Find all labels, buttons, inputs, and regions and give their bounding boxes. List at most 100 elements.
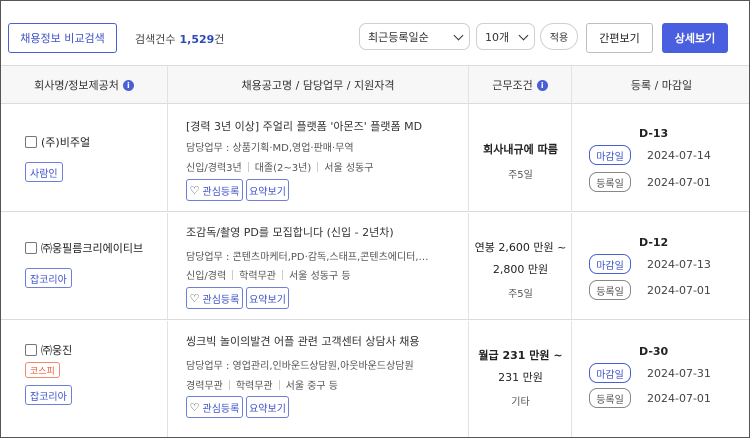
conditions-cell: 회사내규에 따름 주5일 — [468, 104, 571, 211]
header-conditions-label: 근무조건 — [492, 79, 533, 92]
result-count-value: 1,529 — [179, 33, 215, 46]
results-toolbar: 채용정보 비교검색 검색건수 1,529건 최근등록일순 10개 적용 간편보기 … — [1, 1, 749, 65]
salary-max: 2,800 만원 — [492, 263, 549, 276]
deadline-date: 2024-07-31 — [647, 367, 711, 380]
company-name-text: ㈜웅진 — [41, 344, 73, 357]
conditions-cell: 연봉 2,600 만원 ~ 2,800 만원 주5일 — [468, 213, 571, 319]
table-row: ㈜웅필름크리에이티브 잡코리아 조감독/촬영 PD를 모집합니다 (신입 - 2… — [1, 213, 749, 320]
favorite-button[interactable]: ♡ 관심등록 — [186, 396, 243, 418]
posting-cell: [경력 3년 이상] 주얼리 플랫폼 '아몬즈' 플랫폼 MD 담당업무 : 상… — [167, 104, 468, 211]
company-name[interactable]: ㈜웅진 — [25, 342, 72, 358]
qualification-education: 학력무관 — [235, 381, 273, 392]
divider — [228, 379, 230, 390]
info-icon[interactable]: i — [122, 79, 134, 91]
registered-tag: 등록일 — [589, 172, 631, 192]
info-icon[interactable]: i — [536, 79, 548, 91]
company-name[interactable]: ㈜웅필름크리에이티브 — [25, 240, 143, 256]
d-day: D-12 — [639, 236, 669, 249]
header-conditions: 근무조건 i — [468, 66, 571, 104]
divider — [247, 161, 249, 172]
qualification-career: 신입/경력 — [186, 271, 227, 282]
sort-select-value: 최근등록일순 — [368, 30, 429, 44]
table-header: 회사명/정보제공처 i 채용공고명 / 담당업무 / 지원자격 근무조건 i 등… — [1, 65, 749, 104]
salary: 회사내규에 따름 — [483, 143, 558, 156]
select-checkbox[interactable] — [25, 242, 37, 254]
qualification-location: 서울 성동구 등 — [288, 271, 351, 282]
apply-button[interactable]: 적용 — [540, 23, 578, 50]
job-duty: 담당업무 : 영업관리,인바운드상담원,아웃바운드상담원 — [186, 361, 414, 372]
d-day: D-13 — [639, 127, 669, 140]
job-duty: 담당업무 : 상품기획·MD,영업·판매·무역 — [186, 143, 354, 154]
table-row: ㈜웅진 코스피 잡코리아 씽크빅 놀이의발견 어플 관련 고객센터 상담사 채용… — [1, 321, 749, 437]
deadline-date: 2024-07-14 — [647, 149, 711, 162]
deadline-date: 2024-07-13 — [647, 258, 711, 271]
divider — [281, 269, 283, 280]
table-row: (주)비주얼 사람인 [경력 3년 이상] 주얼리 플랫폼 '아몬즈' 플랫폼 … — [1, 104, 749, 212]
summary-button[interactable]: 요약보기 — [246, 287, 289, 309]
simple-view-button[interactable]: 간편보기 — [586, 23, 653, 53]
qualification-education: 학력무관 — [239, 271, 276, 282]
registered-tag: 등록일 — [589, 280, 631, 300]
d-day: D-30 — [639, 345, 669, 358]
select-checkbox[interactable] — [25, 344, 37, 356]
result-count-unit: 건 — [214, 33, 225, 46]
favorite-label: 관심등록 — [202, 294, 240, 306]
salary-max: 231 만원 — [498, 371, 543, 384]
job-title-link[interactable]: 씽크빅 놀이의발견 어플 관련 고객센터 상담사 채용 — [186, 333, 420, 349]
deadline-tag: 마감일 — [589, 363, 631, 383]
registered-date: 2024-07-01 — [647, 284, 711, 297]
job-search-results: 채용정보 비교검색 검색건수 1,529건 최근등록일순 10개 적용 간편보기 … — [0, 0, 750, 438]
dates-cell: D-13 마감일 2024-07-14 등록일 2024-07-01 — [571, 104, 749, 211]
heart-icon: ♡ — [189, 183, 200, 197]
heart-icon: ♡ — [189, 400, 200, 414]
job-duty: 담당업무 : 콘텐츠마케터,PD·감독,스태프,콘텐츠에디터,… — [186, 252, 429, 263]
source-tag[interactable]: 잡코리아 — [25, 385, 72, 405]
result-count-label: 검색건수 — [135, 33, 176, 46]
salary: 월급 231 만원 ~ — [478, 349, 563, 362]
page-size-value: 10개 — [485, 30, 510, 44]
header-company: 회사명/정보제공처 i — [1, 66, 167, 104]
job-qualifications: 경력무관 학력무관 서울 중구 등 — [186, 377, 338, 392]
summary-button[interactable]: 요약보기 — [246, 396, 289, 418]
compare-search-button[interactable]: 채용정보 비교검색 — [8, 23, 117, 53]
page-size-select[interactable]: 10개 — [476, 23, 535, 50]
deadline-tag: 마감일 — [589, 145, 631, 165]
chevron-down-icon — [518, 30, 529, 41]
result-count: 검색건수 1,529건 — [135, 31, 224, 47]
company-name[interactable]: (주)비주얼 — [25, 134, 90, 150]
sort-select[interactable]: 최근등록일순 — [359, 23, 470, 50]
registered-date: 2024-07-01 — [647, 392, 711, 405]
job-qualifications: 신입/경력 학력무관 서울 성동구 등 — [186, 267, 351, 282]
favorite-label: 관심등록 — [202, 403, 240, 415]
registered-tag: 등록일 — [589, 388, 631, 408]
work-type: 기타 — [511, 397, 530, 408]
company-cell: (주)비주얼 사람인 — [1, 104, 167, 211]
work-days: 주5일 — [508, 170, 533, 181]
dates-cell: D-30 마감일 2024-07-31 등록일 2024-07-01 — [571, 321, 749, 437]
job-title-link[interactable]: 조감독/촬영 PD를 모집합니다 (신입 - 2년차) — [186, 224, 394, 240]
header-company-label: 회사명/정보제공처 — [34, 79, 119, 92]
dates-cell: D-12 마감일 2024-07-13 등록일 2024-07-01 — [571, 213, 749, 319]
posting-cell: 씽크빅 놀이의발견 어플 관련 고객센터 상담사 채용 담당업무 : 영업관리,… — [167, 321, 468, 437]
conditions-cell: 월급 231 만원 ~ 231 만원 기타 — [468, 321, 571, 437]
favorite-button[interactable]: ♡ 관심등록 — [186, 179, 243, 201]
select-checkbox[interactable] — [25, 136, 37, 148]
divider — [278, 379, 280, 390]
qualification-career: 경력무관 — [186, 381, 223, 392]
source-tag[interactable]: 사람인 — [25, 162, 63, 182]
header-dates: 등록 / 마감일 — [571, 66, 749, 104]
summary-button[interactable]: 요약보기 — [246, 179, 289, 201]
job-qualifications: 신입/경력3년 대졸(2~3년) 서울 성동구 — [186, 159, 373, 174]
qualification-location: 서울 중구 등 — [285, 381, 338, 392]
favorite-label: 관심등록 — [202, 186, 240, 198]
posting-cell: 조감독/촬영 PD를 모집합니다 (신입 - 2년차) 담당업무 : 콘텐츠마케… — [167, 213, 468, 319]
registered-date: 2024-07-01 — [647, 176, 711, 189]
qualification-education: 대졸(2~3년) — [254, 163, 312, 174]
qualification-location: 서울 성동구 — [324, 163, 374, 174]
qualification-career: 신입/경력3년 — [186, 163, 242, 174]
job-title-link[interactable]: [경력 3년 이상] 주얼리 플랫폼 '아몬즈' 플랫폼 MD — [186, 118, 422, 134]
divider — [232, 269, 234, 280]
source-tag[interactable]: 잡코리아 — [25, 268, 72, 288]
detail-view-button[interactable]: 상세보기 — [662, 23, 728, 53]
favorite-button[interactable]: ♡ 관심등록 — [186, 287, 243, 309]
